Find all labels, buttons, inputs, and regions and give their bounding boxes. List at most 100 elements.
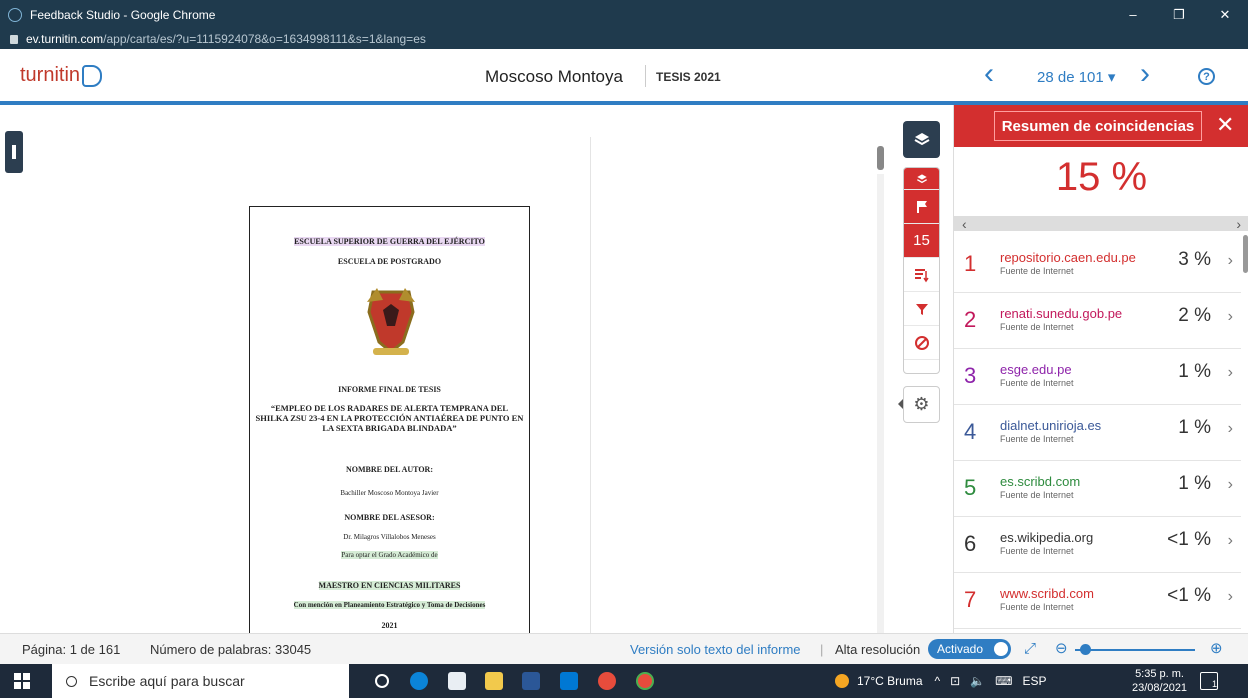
- chevron-right-icon[interactable]: ›: [1228, 532, 1233, 550]
- match-row[interactable]: 4 dialnet.unirioja.es Fuente de Internet 1 …: [954, 405, 1241, 461]
- match-source[interactable]: es.scribd.com: [1000, 474, 1080, 489]
- weather-icon[interactable]: [835, 674, 849, 688]
- doc-line-advisor-label: NOMBRE DEL ASESOR:: [344, 513, 435, 522]
- chevron-right-icon[interactable]: ›: [1228, 364, 1233, 382]
- zoom-out-icon[interactable]: ⊖: [1055, 639, 1068, 657]
- match-source[interactable]: www.scribd.com: [1000, 586, 1094, 601]
- help-icon[interactable]: ?: [1198, 68, 1215, 85]
- page-count: Página: 1 de 161: [22, 642, 121, 657]
- search-icon: [66, 675, 77, 687]
- next-paper-button[interactable]: ›: [1140, 59, 1150, 89]
- match-row[interactable]: 3 esge.edu.pe Fuente de Internet 1 % ›: [954, 349, 1241, 405]
- match-percent: 3 %: [1178, 249, 1211, 270]
- chrome-icon[interactable]: [598, 672, 616, 690]
- page-divider: [590, 137, 591, 633]
- doc-line-thesis-title: “EMPLEO DE LOS RADARES DE ALERTA TEMPRAN…: [255, 403, 524, 433]
- paper-pager-dropdown[interactable]: 28 de 101 ▾: [1037, 68, 1115, 86]
- similarity-layer-button[interactable]: [904, 168, 939, 190]
- file-explorer-icon[interactable]: [485, 672, 503, 690]
- mail-icon[interactable]: [560, 672, 578, 690]
- filter-button[interactable]: [904, 292, 939, 326]
- match-source-type: Fuente de Internet: [1000, 490, 1074, 500]
- match-source[interactable]: es.wikipedia.org: [1000, 530, 1093, 545]
- match-source-type: Fuente de Internet: [1000, 434, 1074, 444]
- doc-line-mention: Con mención en Planeamiento Estratégico …: [293, 601, 486, 609]
- window-title: Feedback Studio - Google Chrome: [30, 7, 216, 22]
- notifications-icon[interactable]: 1: [1200, 672, 1218, 690]
- zoom-slider-knob[interactable]: [1080, 644, 1091, 655]
- taskbar-clock[interactable]: 5:35 p. m. 23/08/2021: [1132, 667, 1187, 695]
- match-row[interactable]: 2 renati.sunedu.gob.pe Fuente de Internet 2…: [954, 293, 1241, 349]
- store-icon[interactable]: [448, 672, 466, 690]
- match-percent: <1 %: [1167, 585, 1211, 606]
- excluded-sources-button[interactable]: [904, 326, 939, 360]
- keyboard-icon[interactable]: ⌨: [995, 674, 1012, 688]
- scroll-right-icon[interactable]: ›: [1236, 216, 1241, 232]
- close-panel-button[interactable]: ✕: [1216, 114, 1234, 136]
- taskbar-search-box[interactable]: Escribe aquí para buscar: [52, 664, 349, 698]
- match-overview-button[interactable]: 15: [904, 224, 939, 258]
- match-row[interactable]: 7 www.scribd.com Fuente de Internet <1 % ›: [954, 573, 1241, 629]
- match-source[interactable]: esge.edu.pe: [1000, 362, 1072, 377]
- match-source[interactable]: repositorio.caen.edu.pe: [1000, 250, 1136, 265]
- match-source[interactable]: renati.sunedu.gob.pe: [1000, 306, 1122, 321]
- scroll-left-icon[interactable]: ‹: [962, 216, 967, 232]
- chevron-right-icon[interactable]: ›: [1228, 588, 1233, 606]
- word-icon[interactable]: [522, 672, 540, 690]
- chevron-right-icon[interactable]: ›: [1228, 308, 1233, 326]
- text-only-report-link[interactable]: Versión solo texto del informe: [630, 642, 801, 657]
- previous-paper-button[interactable]: ‹: [984, 59, 994, 89]
- document-viewer[interactable]: ESCUELA SUPERIOR DE GUERRA DEL EJÉRCITO …: [0, 109, 950, 633]
- match-number: 4: [964, 419, 977, 444]
- flag-icon: [916, 200, 927, 213]
- cortana-icon[interactable]: [375, 674, 389, 688]
- high-resolution-toggle[interactable]: Activado: [928, 639, 1011, 659]
- zoom-slider-track[interactable]: [1075, 649, 1195, 651]
- match-source-type: Fuente de Internet: [1000, 322, 1074, 332]
- match-number: 1: [964, 251, 977, 276]
- minimize-button[interactable]: –: [1110, 0, 1156, 29]
- all-sources-button[interactable]: [904, 258, 939, 292]
- chevron-right-icon[interactable]: ›: [1228, 420, 1233, 438]
- match-source[interactable]: dialnet.unirioja.es: [1000, 418, 1101, 433]
- match-row[interactable]: 5 es.scribd.com Fuente de Internet 1 % ›: [954, 461, 1241, 517]
- word-count: Número de palabras: 33045: [150, 642, 312, 657]
- windows-start-icon[interactable]: [14, 673, 30, 689]
- zoom-in-icon[interactable]: ⊕: [1210, 639, 1223, 657]
- turnitin-logo[interactable]: turnitin: [20, 64, 103, 87]
- document-author-title: Moscoso Montoya: [485, 67, 623, 86]
- chrome-active-icon[interactable]: [636, 672, 654, 690]
- gear-icon: ⚙: [913, 394, 930, 414]
- restore-button[interactable]: ❐: [1156, 0, 1202, 29]
- address-bar[interactable]: ev.turnitin.com/app/carta/es/?u=11159240…: [0, 29, 1248, 49]
- match-source-type: Fuente de Internet: [1000, 602, 1074, 612]
- match-row[interactable]: 1 repositorio.caen.edu.pe Fuente de Intern…: [954, 237, 1241, 293]
- doc-line-school: ESCUELA SUPERIOR DE GUERRA DEL EJÉRCITO: [294, 237, 485, 246]
- network-icon[interactable]: ⊡: [950, 674, 960, 688]
- settings-button[interactable]: ⚙: [903, 386, 940, 423]
- viewer-scrollbar-track[interactable]: [877, 174, 884, 633]
- app-header: turnitin Moscoso Montoya TESIS 2021 ‹ 28…: [0, 49, 1248, 105]
- weather-text[interactable]: 17°C Bruma: [857, 674, 923, 688]
- clock-time: 5:35 p. m.: [1135, 668, 1184, 680]
- language-indicator[interactable]: ESP: [1022, 674, 1046, 688]
- viewer-scrollbar-thumb[interactable]: [877, 146, 884, 170]
- chevron-right-icon[interactable]: ›: [1228, 476, 1233, 494]
- panel-vertical-scrollbar[interactable]: [1243, 235, 1248, 273]
- tray-chevron-icon[interactable]: ^: [935, 674, 941, 688]
- match-overview-panel: Resumen de coincidencias ✕ 15 % ‹ › 1 rep…: [953, 105, 1248, 633]
- doc-line-year: 2021: [381, 621, 398, 630]
- match-row[interactable]: 6 es.wikipedia.org Fuente de Internet <1 % ›: [954, 517, 1241, 573]
- layers-button[interactable]: [903, 121, 940, 158]
- match-number: 7: [964, 587, 977, 612]
- side-drawer-handle[interactable]: [5, 131, 23, 173]
- chevron-right-icon[interactable]: ›: [1228, 252, 1233, 270]
- fullscreen-icon[interactable]: ⤢: [1024, 640, 1036, 657]
- edge-icon[interactable]: [410, 672, 428, 690]
- doc-line-author-label: NOMBRE DEL AUTOR:: [346, 465, 433, 474]
- panel-horizontal-scrollbar[interactable]: ‹ ›: [954, 216, 1248, 232]
- volume-icon[interactable]: 🔈: [970, 674, 985, 688]
- flag-button[interactable]: [904, 190, 939, 224]
- document-page: ESCUELA SUPERIOR DE GUERRA DEL EJÉRCITO …: [249, 206, 530, 633]
- close-window-button[interactable]: ✕: [1202, 0, 1248, 29]
